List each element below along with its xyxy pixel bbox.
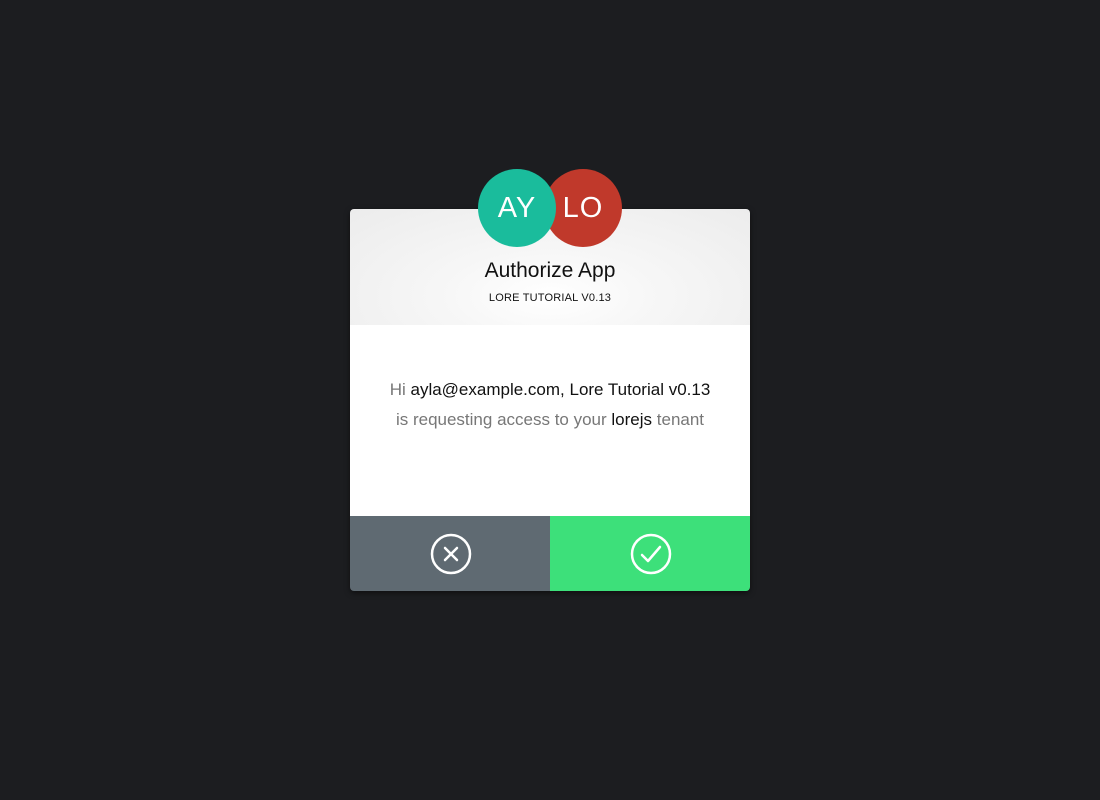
dialog-body: Hi ayla@example.com, Lore Tutorial v0.13… xyxy=(350,325,750,516)
app-name-subtitle: LORE TUTORIAL V0.13 xyxy=(488,292,612,304)
tenant-name: lorejs xyxy=(611,410,653,429)
request-text: is requesting access to your xyxy=(395,410,607,429)
dialog-title: Authorize App xyxy=(484,259,616,282)
user-avatar: AY xyxy=(478,169,556,247)
check-circle-icon xyxy=(630,533,672,575)
greeting-text: Hi xyxy=(389,380,406,399)
authorize-dialog: LO AY Authorize App LORE TUTORIAL V0.13 … xyxy=(350,169,750,591)
app-name: Lore Tutorial v0.13 xyxy=(569,380,711,399)
tenant-suffix: tenant xyxy=(656,410,705,429)
authorization-message: Hi ayla@example.com, Lore Tutorial v0.13… xyxy=(385,375,715,435)
user-email: ayla@example.com, xyxy=(410,380,565,399)
allow-button[interactable] xyxy=(550,516,750,591)
close-circle-icon xyxy=(430,533,472,575)
dialog-header: LO AY Authorize App LORE TUTORIAL V0.13 xyxy=(350,169,750,325)
deny-button[interactable] xyxy=(350,516,550,591)
dialog-actions xyxy=(350,516,750,591)
